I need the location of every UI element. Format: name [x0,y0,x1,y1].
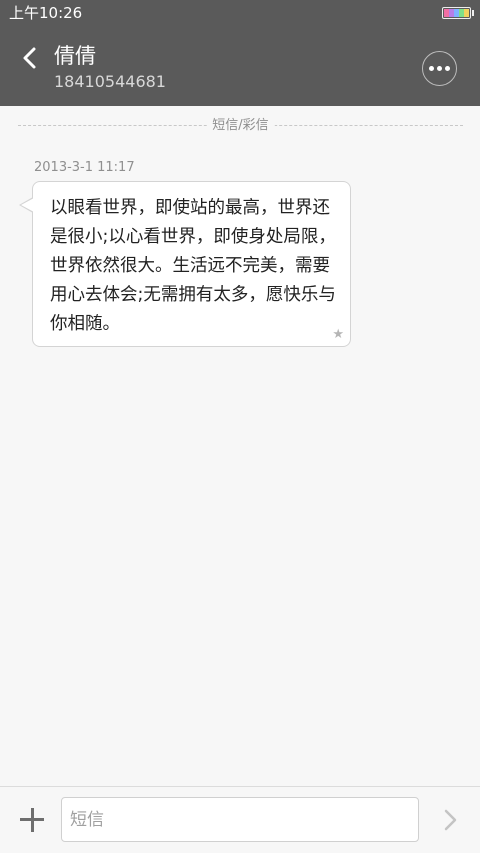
more-dots-icon [445,66,450,71]
status-bar: 上午10:26 [0,0,480,26]
message-input[interactable] [61,797,419,842]
contact-number: 18410544681 [54,72,166,91]
more-dots-icon [437,66,442,71]
send-button[interactable] [438,807,462,833]
battery-tip [472,10,474,16]
battery-segment [464,9,469,17]
bubble-tail-inner [21,198,34,212]
message-text: 以眼看世界，即使站的最高，世界还是很小;以心看世界，即使身处局限，世界依然很大。… [50,198,336,334]
conversation-header: 倩倩 18410544681 [0,26,480,106]
plus-icon[interactable] [20,808,44,832]
message-type-label: 短信/彩信 [206,117,275,134]
contact-name: 倩倩 [54,44,96,68]
composer-bar [0,786,480,853]
battery-icon [442,7,471,19]
more-dots-icon [429,66,434,71]
star-icon: ★ [332,327,344,342]
message-type-divider: 短信/彩信 [18,116,463,136]
back-button[interactable] [14,42,46,74]
message-bubble[interactable]: 以眼看世界，即使站的最高，世界还是很小;以心看世界，即使身处局限，世界依然很大。… [32,181,351,347]
status-time: 上午10:26 [9,4,83,22]
chevron-left-icon [23,47,36,69]
more-options-button[interactable] [422,51,457,86]
message-timestamp: 2013-3-1 11:17 [34,160,135,175]
chevron-right-icon [444,809,457,831]
